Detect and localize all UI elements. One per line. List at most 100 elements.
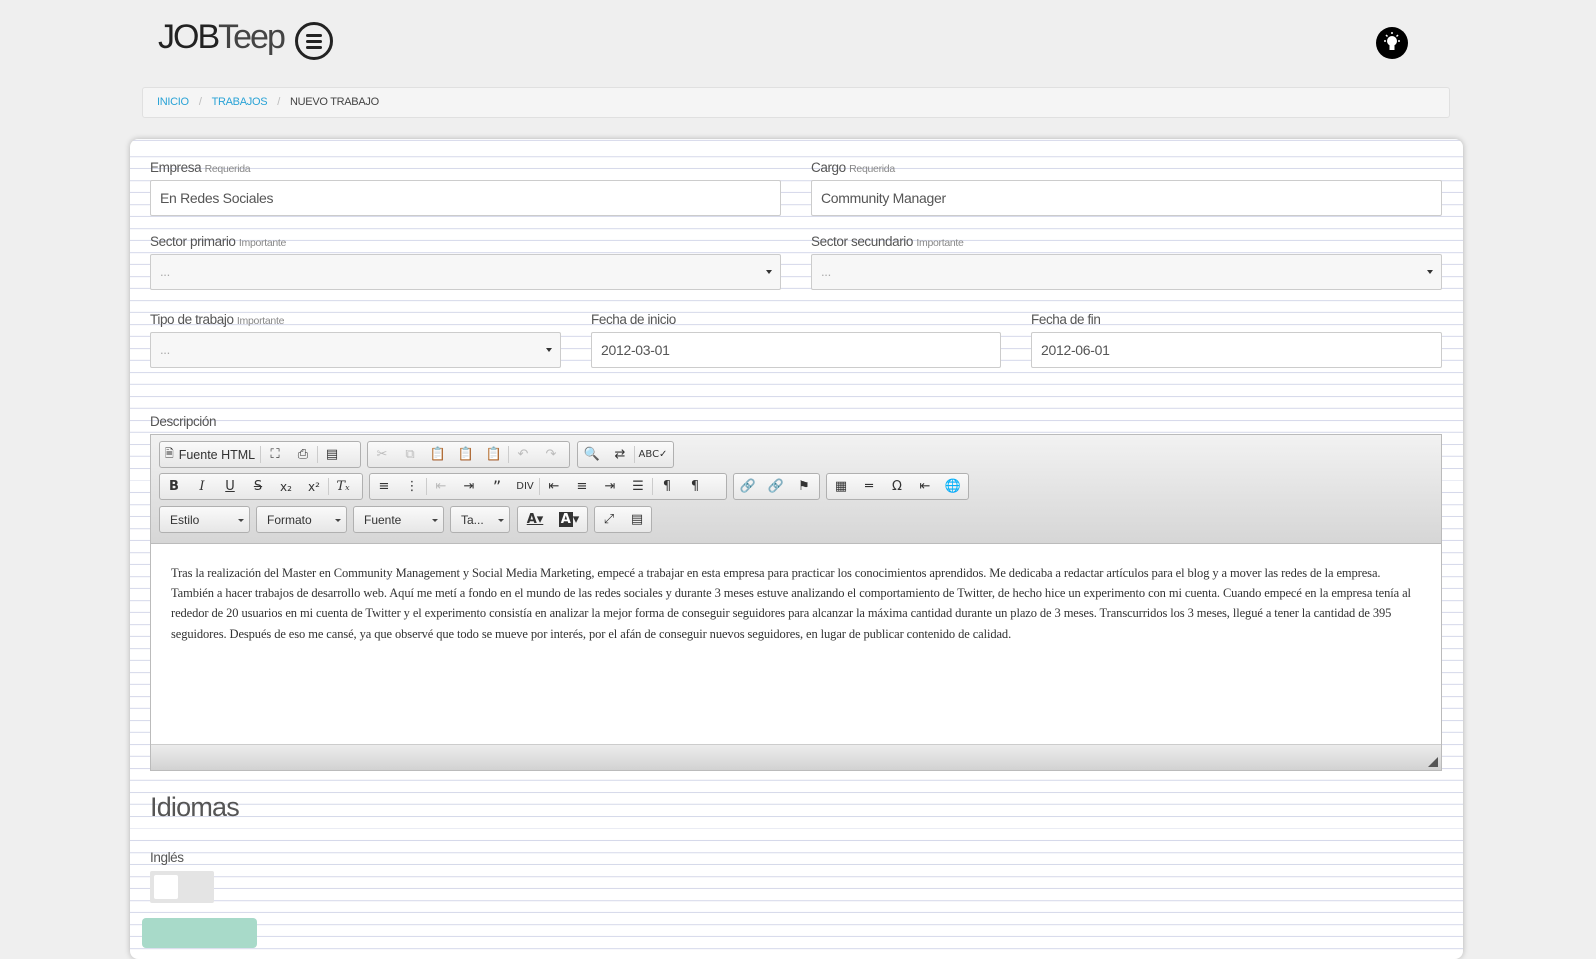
logo[interactable]: JOBTeep [158,18,286,57]
replace-icon[interactable]: ⇄ [606,442,634,467]
idiomas-heading: Idiomas [150,792,240,822]
style-combo[interactable]: Estilo [159,506,250,533]
spellcheck-icon[interactable]: ABC✓ [635,442,671,467]
align-center-icon[interactable]: ≡ [568,474,596,499]
toolbar-group-colors: A▾ A ▾ [517,506,588,533]
toolbar-group-tools: ⤢ ▤ [594,506,652,533]
cargo-label: Cargo Requerida [811,160,895,175]
toolbar-group-basicstyles: B I U S x₂ x² Tₓ [159,473,363,500]
fecha-inicio-input[interactable]: 2012-03-01 [591,332,1001,368]
empresa-input[interactable]: En Redes Sociales [150,180,781,216]
undo-icon[interactable]: ↶ [509,442,537,467]
font-size-combo[interactable]: Ta... [450,506,510,533]
hamburger-menu-icon[interactable] [295,22,333,60]
ingles-toggle[interactable] [150,871,214,903]
sector-primario-value: ... [160,264,170,279]
font-combo[interactable]: Fuente [353,506,444,533]
toolbar-group-paragraph: ≡ ⋮ ⇤ ⇥ ” DIV ⇤ ≡ ⇥ ☰ ¶ ¶ [369,473,727,500]
align-right-icon[interactable]: ⇥ [596,474,624,499]
outdent-icon[interactable]: ⇤ [427,474,455,499]
tipo-trabajo-value: ... [160,342,170,357]
cut-icon[interactable]: ✂ [368,442,396,467]
logo-light-text: Teep [218,18,286,56]
header: JOBTeep [0,0,1596,80]
sector-primario-select[interactable]: ... [150,254,781,290]
breadcrumb-link-trabajos[interactable]: TRABAJOS [212,96,268,108]
link-icon[interactable]: 🔗 [734,474,762,499]
align-left-icon[interactable]: ⇤ [540,474,568,499]
align-justify-icon[interactable]: ☰ [624,474,652,499]
find-icon[interactable]: 🔍 [578,442,606,467]
bold-icon[interactable]: B [160,474,188,499]
indent-icon[interactable]: ⇥ [455,474,483,499]
caret-down-icon [1427,270,1433,274]
cargo-input[interactable]: Community Manager [811,180,1442,216]
lightbulb-icon[interactable] [1376,27,1408,59]
preview-icon[interactable]: ⛶ [261,442,289,467]
submit-button[interactable] [142,918,257,948]
page-icon: 🗎 [164,448,174,460]
numbered-list-icon[interactable]: ≡ [370,474,398,499]
rich-text-editor: 🗎 Fuente HTML ⛶ ⎙ ▤ ✂ ⧉ 📋 📋 📋 ↶ ↷ 🔍 ⇄ ABC… [150,434,1442,771]
toolbar-group-document: 🗎 Fuente HTML ⛶ ⎙ ▤ [159,441,361,468]
background-color-icon[interactable]: A ▾ [552,507,586,532]
blockquote-icon[interactable]: ” [483,474,511,499]
paste-icon[interactable]: 📋 [424,442,452,467]
fecha-fin-input[interactable]: 2012-06-01 [1031,332,1442,368]
toolbar-group-clipboard: ✂ ⧉ 📋 📋 📋 ↶ ↷ [367,441,570,468]
redo-icon[interactable]: ↷ [537,442,565,467]
sector-secundario-select[interactable]: ... [811,254,1442,290]
maximize-icon[interactable]: ⤢ [595,507,623,532]
caret-down-icon [432,519,438,522]
caret-down-icon [546,348,552,352]
sector-primario-label: Sector primario Importante [150,234,287,249]
format-combo[interactable]: Formato [256,506,347,533]
font-combo-label: Fuente [364,513,402,527]
caret-down-icon [238,519,244,522]
text-color-icon[interactable]: A▾ [518,507,552,532]
font-size-combo-label: Ta... [461,513,484,527]
underline-icon[interactable]: U [216,474,244,499]
italic-icon[interactable]: I [188,474,216,499]
page-break-icon[interactable]: ⇤ [911,474,939,499]
editor-content[interactable]: Tras la realización del Master en Commun… [171,563,1421,644]
ltr-icon[interactable]: ¶ [653,474,681,499]
subscript-icon[interactable]: x₂ [272,474,300,499]
print-icon[interactable]: ⎙ [289,442,317,467]
tipo-trabajo-select[interactable]: ... [150,332,561,368]
anchor-flag-icon[interactable]: ⚑ [790,474,818,499]
editor-statusbar [151,744,1441,770]
fecha-fin-label: Fecha de fin [1031,312,1101,327]
unlink-icon[interactable]: 🔗 [762,474,790,499]
bulleted-list-icon[interactable]: ⋮ [398,474,426,499]
paste-word-icon[interactable]: 📋 [480,442,508,467]
breadcrumb: INICIO / TRABAJOS / NUEVO TRABAJO [142,87,1450,118]
special-char-icon[interactable]: Ω [883,474,911,499]
table-icon[interactable]: ▦ [827,474,855,499]
copy-icon[interactable]: ⧉ [396,442,424,467]
paste-text-icon[interactable]: 📋 [452,442,480,467]
strikethrough-icon[interactable]: S [244,474,272,499]
rtl-icon[interactable]: ¶ [681,474,709,499]
source-html-button[interactable]: 🗎 Fuente HTML [160,442,260,467]
source-html-label: Fuente HTML [178,447,256,462]
create-div-icon[interactable]: DIV [511,474,539,499]
fecha-inicio-label: Fecha de inicio [591,312,676,327]
sector-secundario-label: Sector secundario Importante [811,234,964,249]
toolbar-group-insert: ▦ ═ Ω ⇤ 🌐 [826,473,969,500]
remove-format-icon[interactable]: Tₓ [329,474,357,499]
empresa-label: Empresa Requerida [150,160,251,175]
ingles-label: Inglés [150,850,184,865]
toggle-knob [154,875,178,899]
toolbar-group-editing: 🔍 ⇄ ABC✓ [577,441,674,468]
templates-icon[interactable]: ▤ [318,442,346,467]
breadcrumb-separator: / [277,96,281,108]
caret-down-icon [766,270,772,274]
show-blocks-icon[interactable]: ▤ [623,507,651,532]
horizontal-rule-icon[interactable]: ═ [855,474,883,499]
breadcrumb-link-inicio[interactable]: INICIO [157,96,189,108]
superscript-icon[interactable]: x² [300,474,328,499]
style-combo-label: Estilo [170,513,200,527]
iframe-globe-icon[interactable]: 🌐 [939,474,967,499]
resize-handle-icon[interactable] [1428,757,1438,767]
